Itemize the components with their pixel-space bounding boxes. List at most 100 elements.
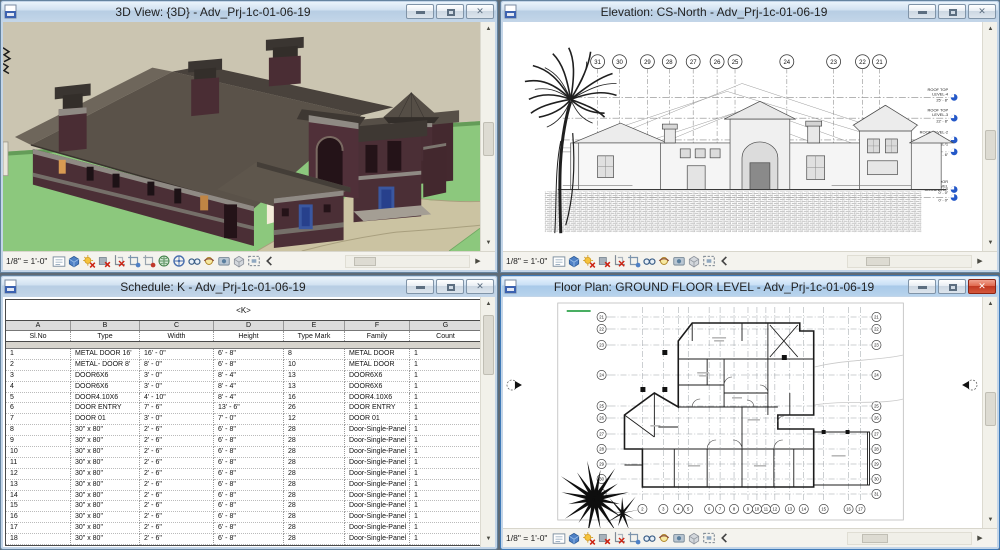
visual-style-icon[interactable] — [567, 254, 581, 268]
restore-button[interactable] — [938, 4, 966, 19]
elevation-canvas[interactable]: 3130292827262524232221 ROOF TOPLEVEL-425… — [503, 22, 982, 251]
detail-level-icon[interactable] — [552, 531, 566, 545]
close-button[interactable]: ✕ — [968, 4, 996, 19]
floor-plan-canvas[interactable]: 2121222223232424252526262727282829293030… — [503, 297, 982, 528]
collapse-icon[interactable] — [262, 254, 276, 268]
close-button[interactable]: ✕ — [466, 279, 494, 294]
restore-button[interactable] — [938, 279, 966, 294]
scroll-right-arrow[interactable]: ▶ — [974, 534, 986, 542]
reveal-hidden-icon[interactable] — [657, 254, 671, 268]
schedule-row[interactable]: 7DOOR 013' - 0"7' - 0"12DOOR 011 — [6, 414, 481, 425]
vertical-scrollbar[interactable]: ▲ ▼ — [480, 297, 495, 547]
crop-view-icon[interactable] — [612, 254, 626, 268]
horizontal-scrollbar[interactable] — [847, 255, 972, 268]
worksharing-icon[interactable] — [672, 531, 686, 545]
crop-region-icon[interactable] — [627, 531, 641, 545]
visual-style-icon[interactable] — [67, 254, 81, 268]
scroll-up-arrow[interactable]: ▲ — [983, 297, 997, 312]
shadows-icon[interactable] — [597, 531, 611, 545]
temporary-hide-icon[interactable] — [642, 531, 656, 545]
collapse-icon[interactable] — [717, 531, 731, 545]
scroll-up-arrow[interactable]: ▲ — [983, 22, 997, 37]
close-button[interactable]: ✕ — [466, 4, 494, 19]
rendering-icon[interactable] — [157, 254, 171, 268]
3d-view-canvas[interactable] — [3, 22, 480, 251]
schedule-row[interactable]: 2METAL- DOOR 8'8' - 0"6' - 8"10METAL DOO… — [6, 360, 481, 371]
visual-style-icon[interactable] — [567, 531, 581, 545]
detail-level-icon[interactable] — [52, 254, 66, 268]
analytical-model-icon[interactable] — [687, 531, 701, 545]
shadows-icon[interactable] — [597, 254, 611, 268]
vertical-scrollbar[interactable]: ▲ ▼ — [982, 297, 997, 528]
minimize-button[interactable] — [406, 4, 434, 19]
crop-region-icon[interactable] — [127, 254, 141, 268]
crop-view-icon[interactable] — [612, 531, 626, 545]
selection-box-icon[interactable] — [702, 254, 716, 268]
detail-level-icon[interactable] — [552, 254, 566, 268]
sun-path-icon[interactable] — [82, 254, 96, 268]
restore-button[interactable] — [436, 4, 464, 19]
schedule-row[interactable]: 1030" x 80"2' - 6"6' - 8"28Door-Single-P… — [6, 447, 481, 458]
selection-box-icon[interactable] — [702, 531, 716, 545]
sun-path-icon[interactable] — [582, 254, 596, 268]
steering-wheel-icon[interactable] — [172, 254, 186, 268]
scroll-down-arrow[interactable]: ▼ — [983, 236, 997, 251]
schedule-row[interactable]: 930" x 80"2' - 6"6' - 8"28Door-Single-Pa… — [6, 436, 481, 447]
worksharing-icon[interactable] — [217, 254, 231, 268]
titlebar-elevation[interactable]: Elevation: CS-North - Adv_Prj-1c-01-06-1… — [502, 2, 998, 21]
horizontal-scrollbar[interactable] — [345, 255, 470, 268]
schedule-row[interactable]: 830" x 80"2' - 6"6' - 8"28Door-Single-Pa… — [6, 425, 481, 436]
scroll-down-arrow[interactable]: ▼ — [983, 513, 997, 528]
close-button[interactable]: ✕ — [968, 279, 996, 294]
temporary-hide-icon[interactable] — [187, 254, 201, 268]
scroll-down-arrow[interactable]: ▼ — [481, 532, 495, 547]
scroll-right-arrow[interactable]: ▶ — [472, 257, 484, 265]
minimize-button[interactable] — [908, 279, 936, 294]
analytical-model-icon[interactable] — [232, 254, 246, 268]
vertical-scrollbar[interactable]: ▲ ▼ — [480, 22, 495, 251]
selection-box-icon[interactable] — [247, 254, 261, 268]
titlebar-floor-plan[interactable]: Floor Plan: GROUND FLOOR LEVEL - Adv_Prj… — [502, 277, 998, 296]
analytical-model-icon[interactable] — [687, 254, 701, 268]
view-scale[interactable]: 1/8" = 1'-0" — [506, 256, 547, 266]
scroll-up-arrow[interactable]: ▲ — [481, 22, 495, 37]
schedule-row[interactable]: 1830" x 80"2' - 6"6' - 8"28Door-Single-P… — [6, 534, 481, 545]
schedule-row[interactable]: 5DOOR4.10X64' - 10"8' - 4"16DOOR4.10X61 — [6, 393, 481, 404]
crop-view-icon[interactable] — [112, 254, 126, 268]
worksharing-icon[interactable] — [672, 254, 686, 268]
schedule-row[interactable]: 3DOOR6X63' - 0"8' - 4"13DOOR6X61 — [6, 371, 481, 382]
schedule-row[interactable]: 1230" x 80"2' - 6"6' - 8"28Door-Single-P… — [6, 469, 481, 480]
reveal-hidden-icon[interactable] — [657, 531, 671, 545]
vertical-scrollbar[interactable]: ▲ ▼ — [982, 22, 997, 251]
crop-region-icon[interactable] — [627, 254, 641, 268]
svg-text:21: 21 — [599, 315, 604, 320]
scroll-right-arrow[interactable]: ▶ — [974, 257, 986, 265]
scroll-down-arrow[interactable]: ▼ — [481, 236, 495, 251]
titlebar-schedule[interactable]: Schedule: K - Adv_Prj-1c-01-06-19 ✕ — [2, 277, 496, 296]
schedule-row[interactable]: 1630" x 80"2' - 6"6' - 8"28Door-Single-P… — [6, 512, 481, 523]
schedule-row[interactable]: 4DOOR6X63' - 0"8' - 4"13DOOR6X61 — [6, 382, 481, 393]
schedule-row[interactable]: 1330" x 80"2' - 6"6' - 8"28Door-Single-P… — [6, 480, 481, 491]
restore-button[interactable] — [436, 279, 464, 294]
minimize-button[interactable] — [908, 4, 936, 19]
sun-path-icon[interactable] — [582, 531, 596, 545]
svg-text:24: 24 — [783, 60, 790, 66]
temporary-hide-icon[interactable] — [642, 254, 656, 268]
view-scale[interactable]: 1/8" = 1'-0" — [6, 256, 47, 266]
horizontal-scrollbar[interactable] — [847, 532, 972, 545]
schedule-row[interactable]: 6DOOR ENTRY7' - 6"13' - 6"26DOOR ENTRY1 — [6, 403, 481, 414]
schedule-row[interactable]: 1130" x 80"2' - 6"6' - 8"28Door-Single-P… — [6, 458, 481, 469]
scroll-up-arrow[interactable]: ▲ — [481, 297, 495, 312]
schedule-row[interactable]: 1METAL DOOR 16'16' - 0"6' - 8"8METAL DOO… — [6, 349, 481, 360]
view-scale[interactable]: 1/8" = 1'-0" — [506, 533, 547, 543]
crop-region-visibility-icon[interactable] — [142, 254, 156, 268]
reveal-hidden-icon[interactable] — [202, 254, 216, 268]
schedule-table[interactable]: <K> ABCDEFG Sl.NoTypeWidthHeightType Mar… — [5, 299, 482, 546]
schedule-row[interactable]: 1430" x 80"2' - 6"6' - 8"28Door-Single-P… — [6, 491, 481, 502]
shadows-icon[interactable] — [97, 254, 111, 268]
minimize-button[interactable] — [406, 279, 434, 294]
schedule-row[interactable]: 1530" x 80"2' - 6"6' - 8"28Door-Single-P… — [6, 501, 481, 512]
titlebar-3d-view[interactable]: 3D View: {3D} - Adv_Prj-1c-01-06-19 ✕ — [2, 2, 496, 21]
collapse-icon[interactable] — [717, 254, 731, 268]
schedule-row[interactable]: 1730" x 80"2' - 6"6' - 8"28Door-Single-P… — [6, 523, 481, 534]
